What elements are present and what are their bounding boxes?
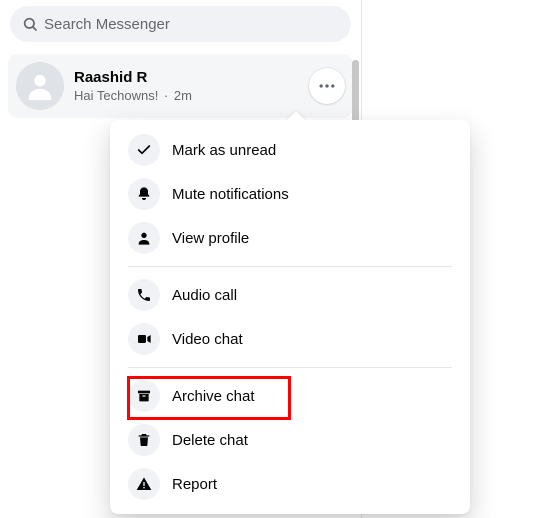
menu-label: Audio call <box>172 287 237 304</box>
avatar <box>16 62 64 110</box>
menu-delete-chat[interactable]: Delete chat <box>110 418 470 462</box>
video-icon <box>128 323 160 355</box>
phone-icon <box>128 279 160 311</box>
menu-separator <box>128 367 452 368</box>
person-icon <box>128 222 160 254</box>
menu-label: Delete chat <box>172 432 248 449</box>
menu-mute-notifications[interactable]: Mute notifications <box>110 172 470 216</box>
bell-icon <box>128 178 160 210</box>
menu-mark-unread[interactable]: Mark as unread <box>110 128 470 172</box>
archive-icon <box>128 380 160 412</box>
check-icon <box>128 134 160 166</box>
scrollbar-thumb[interactable] <box>352 60 359 124</box>
conversation-row[interactable]: Raashid R Hai Techowns! · 2m <box>8 54 353 118</box>
conversation-more-button[interactable] <box>309 68 345 104</box>
menu-separator <box>128 266 452 267</box>
menu-label: View profile <box>172 230 249 247</box>
menu-audio-call[interactable]: Audio call <box>110 273 470 317</box>
search-wrap <box>0 0 361 48</box>
menu-label: Report <box>172 476 217 493</box>
conversation-subtitle: Hai Techowns! · 2m <box>74 88 309 103</box>
menu-label: Mark as unread <box>172 142 276 159</box>
menu-video-chat[interactable]: Video chat <box>110 317 470 361</box>
conversation-context-menu: Mark as unread Mute notifications View p… <box>110 120 470 514</box>
search-input[interactable] <box>44 16 339 33</box>
conversation-name: Raashid R <box>74 69 309 86</box>
menu-label: Video chat <box>172 331 243 348</box>
ellipsis-icon <box>317 76 337 96</box>
search-icon <box>22 16 38 32</box>
search-pill[interactable] <box>10 6 351 42</box>
menu-label: Archive chat <box>172 388 255 405</box>
conversation-preview: Hai Techowns! <box>74 88 158 103</box>
trash-icon <box>128 424 160 456</box>
conversation-time: 2m <box>174 88 192 103</box>
menu-label: Mute notifications <box>172 186 289 203</box>
warning-icon <box>128 468 160 500</box>
menu-report[interactable]: Report <box>110 462 470 506</box>
menu-view-profile[interactable]: View profile <box>110 216 470 260</box>
menu-archive-chat[interactable]: Archive chat <box>110 374 470 418</box>
conversation-text: Raashid R Hai Techowns! · 2m <box>74 69 309 103</box>
